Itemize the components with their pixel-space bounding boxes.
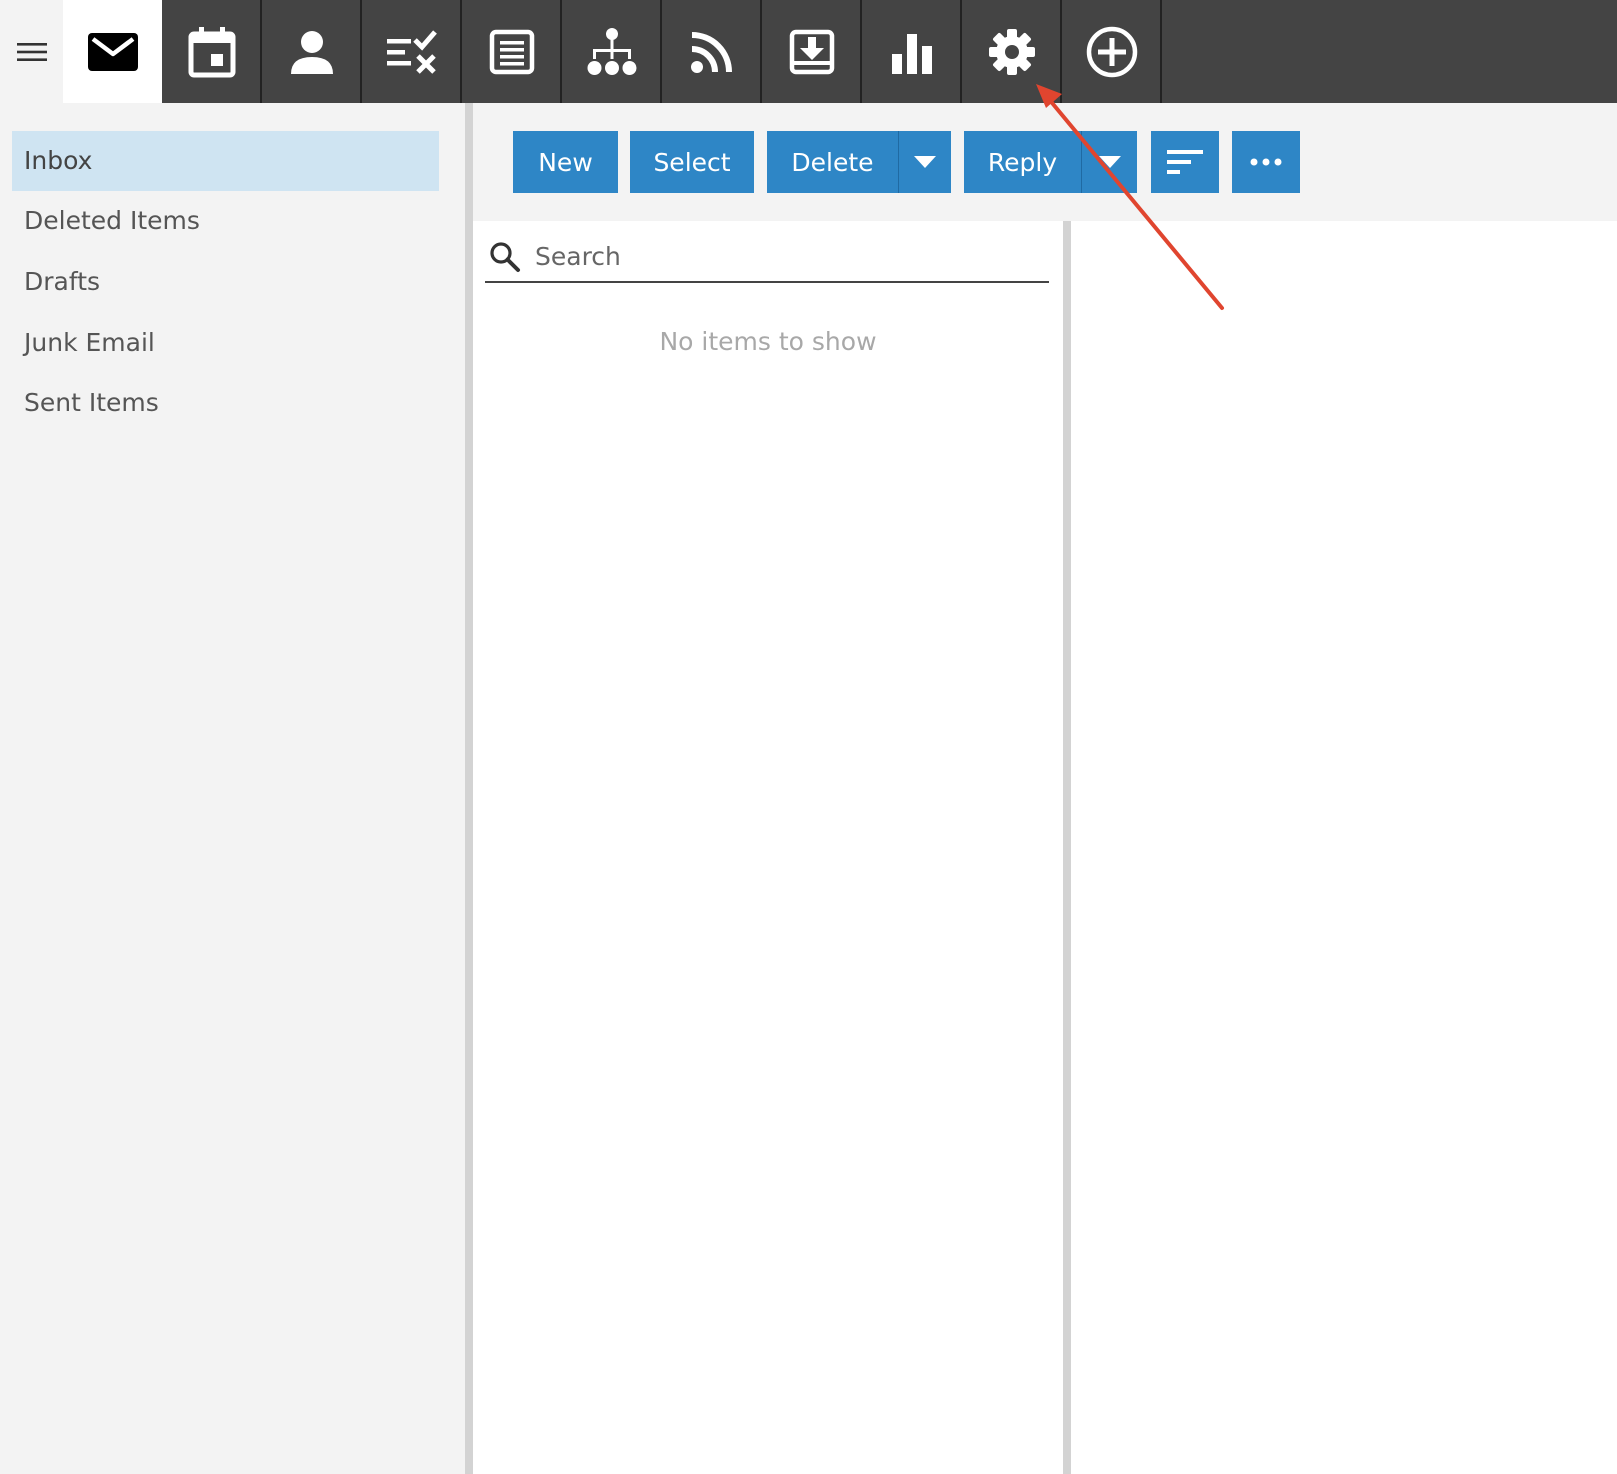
- bar-chart-icon: [891, 33, 932, 74]
- folder-sent-items[interactable]: Sent Items: [12, 373, 439, 433]
- tab-tasks[interactable]: [363, 0, 462, 103]
- envelope-icon: [87, 32, 138, 71]
- plus-circle-icon: [1086, 26, 1137, 77]
- empty-list-message: No items to show: [659, 327, 877, 356]
- folder-sidebar: Inbox Deleted Items Drafts Junk Email Se…: [0, 103, 465, 1474]
- hierarchy-icon: [587, 27, 636, 75]
- tab-download[interactable]: [763, 0, 862, 103]
- tab-stats[interactable]: [863, 0, 962, 103]
- list-splitter[interactable]: [1063, 221, 1071, 1474]
- sort-lines-icon: [1167, 150, 1203, 174]
- message-list-pane: No items to show: [473, 221, 1063, 1474]
- tab-rss[interactable]: [663, 0, 762, 103]
- menu-button[interactable]: [0, 0, 63, 103]
- sidebar-splitter[interactable]: [465, 103, 473, 1474]
- tab-add[interactable]: [1063, 0, 1162, 103]
- caret-down-icon: [1098, 156, 1121, 168]
- inbox-download-icon: [789, 29, 834, 74]
- rss-icon: [690, 31, 732, 73]
- calendar-icon: [188, 26, 235, 77]
- delete-button[interactable]: Delete: [767, 131, 898, 193]
- more-button[interactable]: [1232, 131, 1300, 193]
- folder-deleted-items[interactable]: Deleted Items: [12, 191, 439, 251]
- notes-icon: [489, 29, 534, 74]
- person-icon: [290, 30, 333, 74]
- reply-dropdown-button[interactable]: [1081, 131, 1137, 193]
- tab-notes[interactable]: [463, 0, 562, 103]
- search-box[interactable]: [485, 231, 1049, 283]
- reading-pane: [1071, 221, 1617, 1474]
- new-button[interactable]: New: [513, 131, 618, 193]
- folder-junk-email[interactable]: Junk Email: [12, 313, 439, 373]
- app-bar: [0, 0, 1617, 103]
- search-input[interactable]: [533, 235, 1037, 277]
- folder-drafts[interactable]: Drafts: [12, 252, 439, 312]
- tab-settings[interactable]: [963, 0, 1062, 103]
- reply-button[interactable]: Reply: [964, 131, 1081, 193]
- delete-dropdown-button[interactable]: [898, 131, 951, 193]
- tasks-check-icon: [386, 29, 437, 74]
- tab-calendar[interactable]: [163, 0, 262, 103]
- tab-contacts[interactable]: [263, 0, 362, 103]
- caret-down-icon: [914, 156, 936, 168]
- tab-org-chart[interactable]: [563, 0, 662, 103]
- tab-mail[interactable]: [63, 0, 162, 103]
- ellipsis-icon: [1250, 158, 1282, 166]
- folder-inbox[interactable]: Inbox: [12, 131, 439, 191]
- gear-icon: [988, 28, 1035, 75]
- toolbar: New Select Delete Reply: [473, 103, 1617, 221]
- hamburger-icon: [16, 42, 47, 61]
- select-button[interactable]: Select: [630, 131, 754, 193]
- search-icon: [490, 242, 520, 272]
- sort-button[interactable]: [1151, 131, 1219, 193]
